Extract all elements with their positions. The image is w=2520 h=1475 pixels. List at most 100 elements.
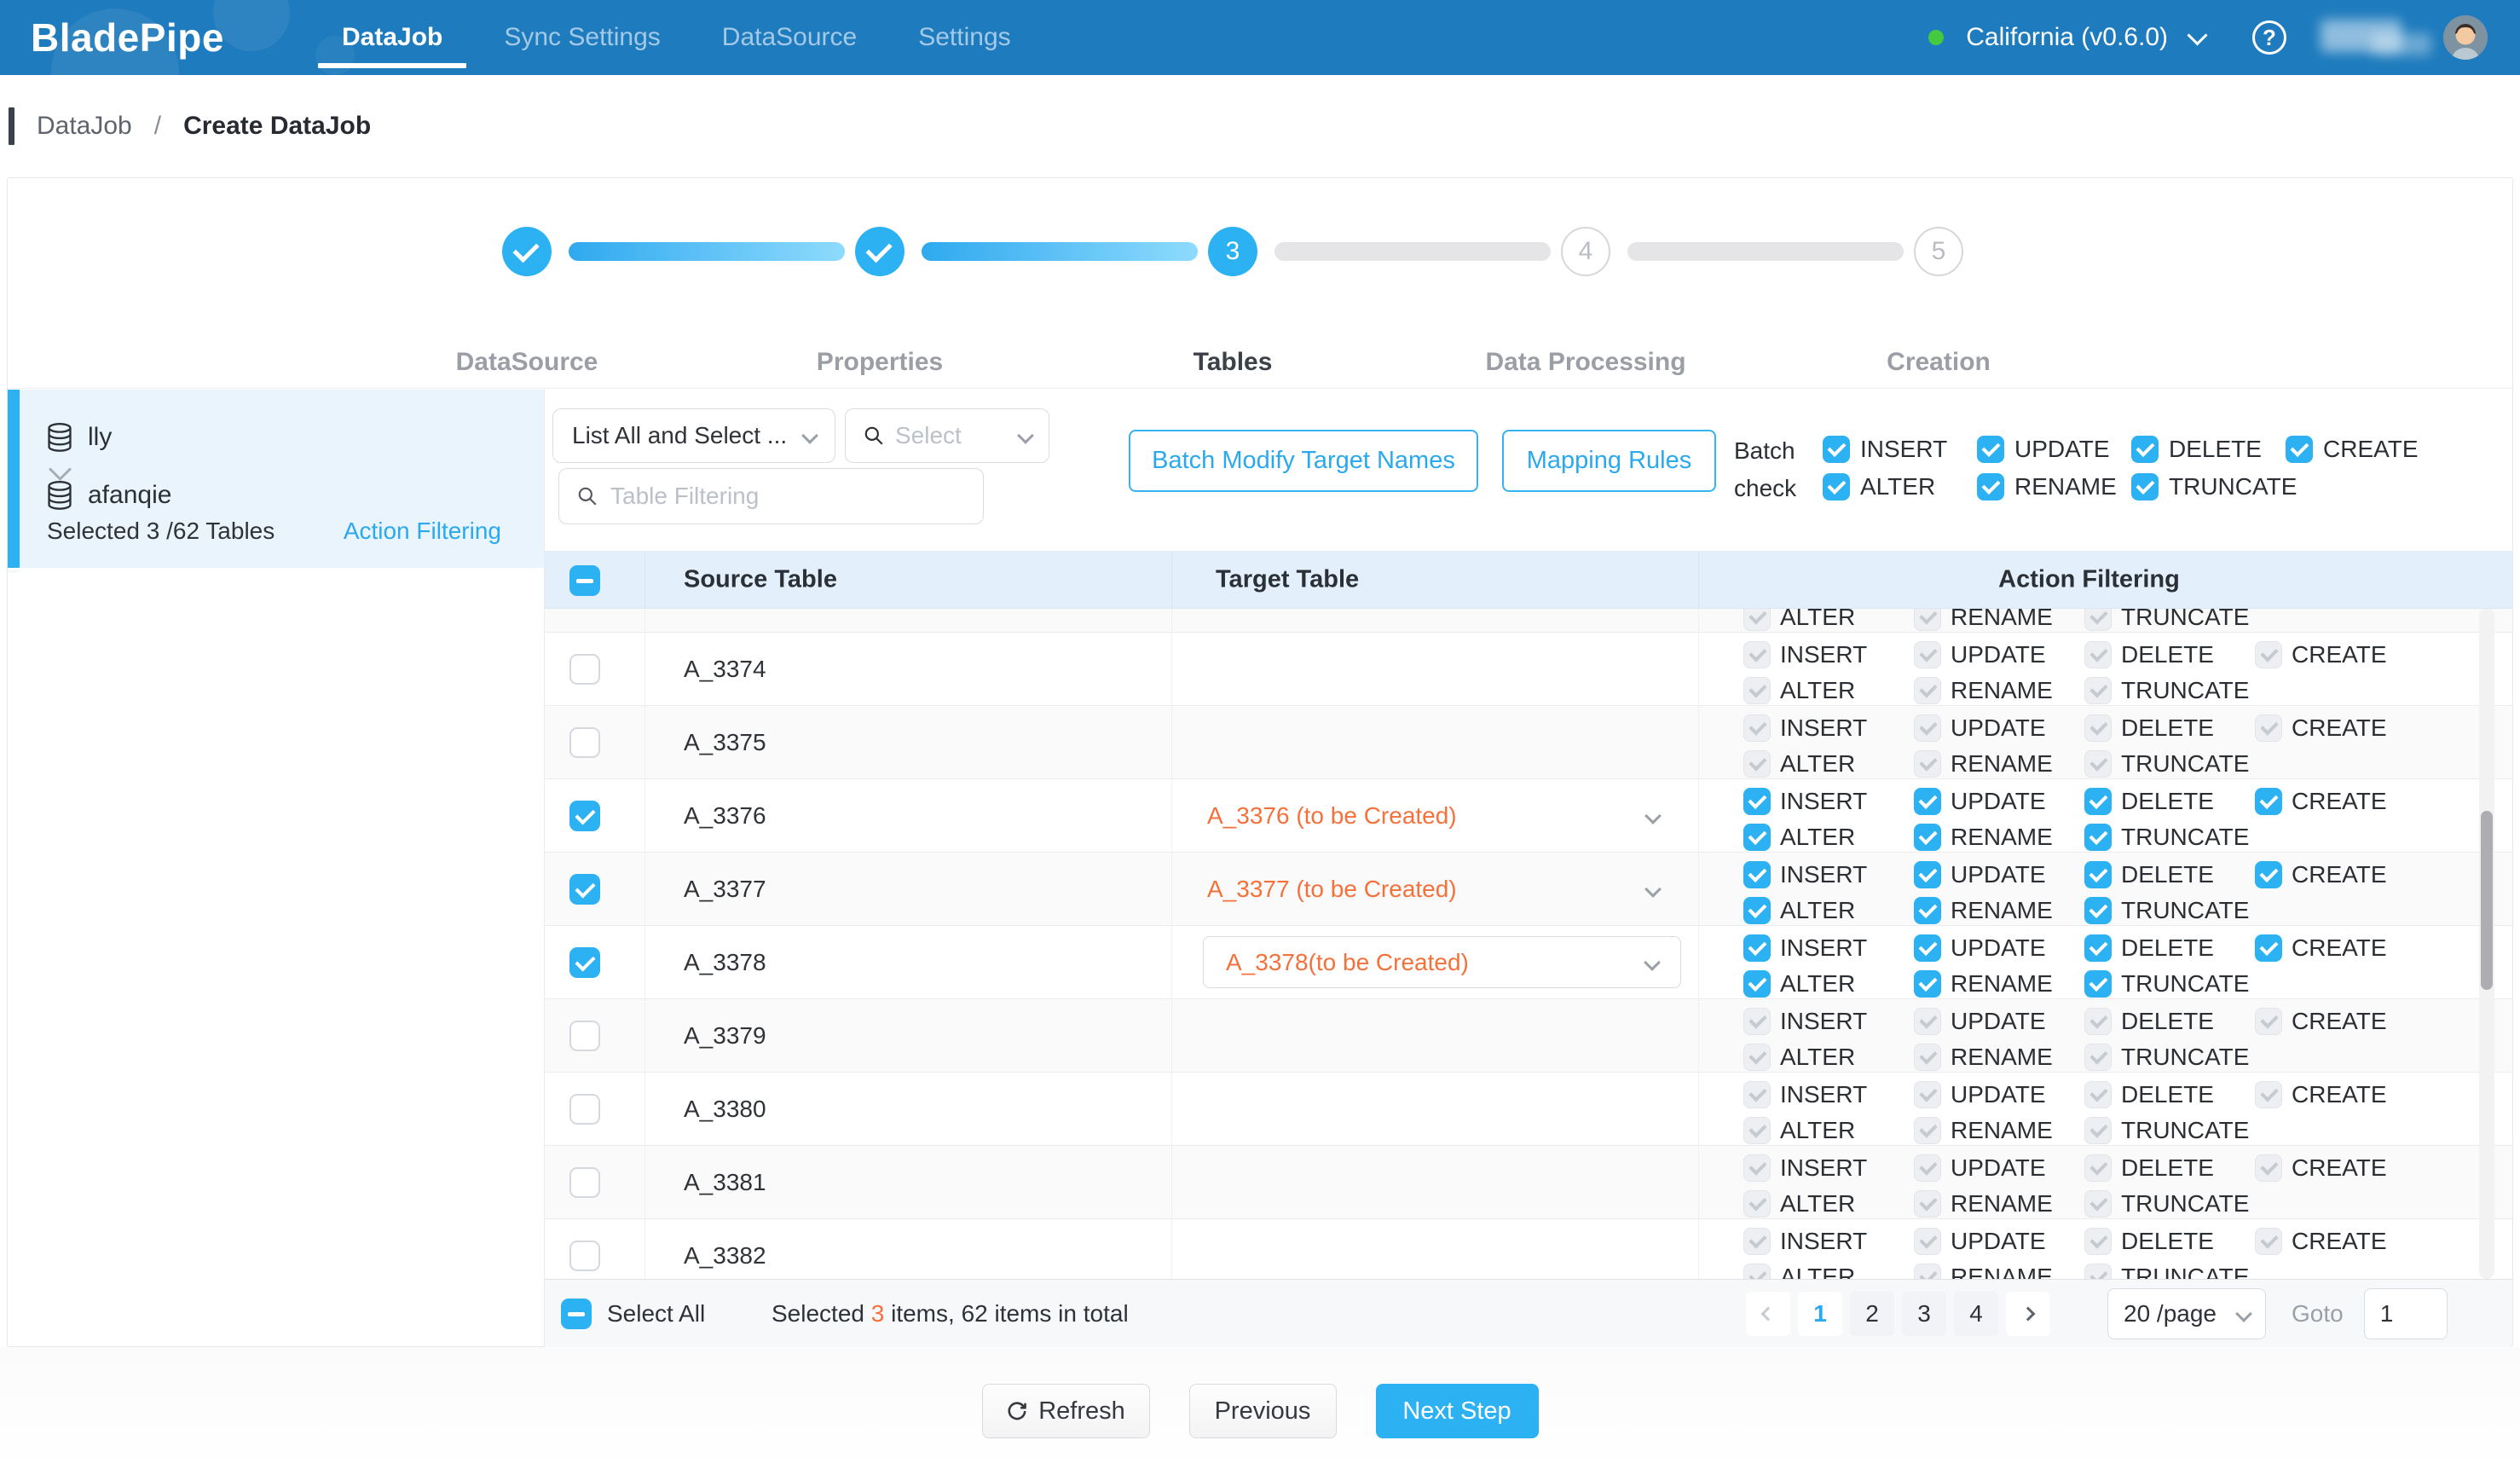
- checkbox-disabled-icon: [2084, 1190, 2112, 1218]
- batch-actions-row1: INSERT UPDATE DELETE CREATE: [1734, 436, 2512, 465]
- page-button-1[interactable]: 1: [1798, 1292, 1842, 1336]
- action-checkbox-create[interactable]: CREATE: [2255, 861, 2387, 888]
- table-scrollbar[interactable]: [2479, 609, 2494, 1279]
- action-checkbox-rename[interactable]: RENAME: [1914, 824, 2053, 851]
- batch-modify-target-names-button[interactable]: Batch Modify Target Names: [1129, 430, 1478, 492]
- mapping-rules-button[interactable]: Mapping Rules: [1502, 430, 1716, 492]
- checkbox-checked-icon[interactable]: [1914, 897, 1941, 924]
- checkbox-checked-icon[interactable]: [2084, 934, 2112, 962]
- nav-item-datajob[interactable]: DataJob: [311, 0, 473, 75]
- checkbox-checked-icon[interactable]: [1743, 934, 1771, 962]
- next-page-button[interactable]: [2006, 1292, 2050, 1336]
- checkbox-checked-icon[interactable]: [1743, 970, 1771, 998]
- column-header-target-table[interactable]: Target Table: [1216, 566, 1359, 594]
- checkbox-checked-icon[interactable]: [1743, 897, 1771, 924]
- action-checkbox-delete[interactable]: DELETE: [2084, 861, 2214, 888]
- previous-page-button[interactable]: [1746, 1292, 1790, 1336]
- checkbox-checked-icon[interactable]: [1914, 861, 1941, 888]
- checkbox-checked-icon[interactable]: [1743, 861, 1771, 888]
- action-checkbox-alter[interactable]: ALTER: [1743, 970, 1855, 998]
- checkbox-checked-icon[interactable]: [2084, 788, 2112, 815]
- select-all-label[interactable]: Select All: [607, 1300, 705, 1328]
- brand-logo[interactable]: BladePipe: [0, 0, 311, 75]
- chevron-down-icon[interactable]: [2187, 25, 2207, 45]
- action-label: UPDATE: [1951, 788, 2046, 815]
- checkbox-checked-icon[interactable]: [2084, 861, 2112, 888]
- page-button-4[interactable]: 4: [1954, 1292, 1998, 1336]
- batch-checkbox-alter[interactable]: ALTER: [1823, 473, 1935, 500]
- action-checkbox-update[interactable]: UPDATE: [1914, 861, 2046, 888]
- action-checkbox-rename[interactable]: RENAME: [1914, 897, 2053, 924]
- checkbox-checked-icon[interactable]: [2255, 788, 2282, 815]
- batch-checkbox-rename[interactable]: RENAME: [1977, 473, 2117, 500]
- action-checkbox-rename[interactable]: RENAME: [1914, 970, 2053, 998]
- checkbox-checked-icon[interactable]: [1914, 824, 1941, 851]
- action-checkbox-alter: ALTER: [1743, 1190, 1855, 1218]
- help-icon[interactable]: ?: [2252, 20, 2286, 55]
- goto-page-input[interactable]: [2364, 1288, 2448, 1339]
- nav-item-settings[interactable]: Settings: [887, 0, 1041, 75]
- checkbox-disabled-icon: [2084, 1044, 2112, 1071]
- action-checkbox-alter[interactable]: ALTER: [1743, 897, 1855, 924]
- breadcrumb-parent[interactable]: DataJob: [37, 112, 132, 141]
- checkbox-checked-icon[interactable]: [1743, 824, 1771, 851]
- checkbox-checked-icon[interactable]: [2084, 970, 2112, 998]
- select-all-checkbox-indeterminate[interactable]: [569, 565, 600, 596]
- table-row: A_3374 INSERTUPDATEDELETECREATEALTERRENA…: [545, 633, 2512, 706]
- batch-checkbox-create[interactable]: CREATE: [2286, 436, 2419, 463]
- action-checkbox-update[interactable]: UPDATE: [1914, 934, 2046, 962]
- column-divider: [644, 609, 645, 1279]
- action-checkbox-insert[interactable]: INSERT: [1743, 788, 1867, 815]
- batch-checkbox-insert[interactable]: INSERT: [1823, 436, 1947, 463]
- checkbox-checked-icon[interactable]: [1914, 788, 1941, 815]
- action-filtering-link[interactable]: Action Filtering: [344, 518, 501, 545]
- column-header-source-table[interactable]: Source Table: [684, 566, 837, 594]
- action-checkbox-create[interactable]: CREATE: [2255, 788, 2387, 815]
- datasource-pair-panel[interactable]: lly afanqie Selected 3 /62 Tables Action…: [8, 390, 544, 568]
- checkbox-checked-icon[interactable]: [1914, 934, 1941, 962]
- action-label: INSERT: [1780, 788, 1867, 815]
- action-checkbox-insert[interactable]: INSERT: [1743, 934, 1867, 962]
- environment-selector[interactable]: California (v0.6.0): [1966, 23, 2168, 52]
- refresh-button[interactable]: Refresh: [982, 1384, 1150, 1438]
- batch-checkbox-truncate[interactable]: TRUNCATE: [2131, 473, 2297, 500]
- column-select[interactable]: Select: [845, 408, 1049, 463]
- checkbox-checked-icon[interactable]: [1914, 970, 1941, 998]
- checkbox-checked-icon: [1823, 436, 1850, 463]
- checkbox-checked-icon[interactable]: [2084, 897, 2112, 924]
- list-mode-select[interactable]: List All and Select ...: [552, 408, 835, 463]
- checkbox-checked-icon[interactable]: [2084, 824, 2112, 851]
- table-area: List All and Select ... Select Batch Mod…: [545, 390, 2512, 1346]
- scrollbar-thumb[interactable]: [2481, 811, 2493, 990]
- action-checkbox-truncate[interactable]: TRUNCATE: [2084, 970, 2249, 998]
- previous-button[interactable]: Previous: [1189, 1384, 1337, 1438]
- action-label: TRUNCATE: [2121, 1044, 2249, 1071]
- batch-checkbox-update[interactable]: UPDATE: [1977, 436, 2110, 463]
- table-filter-input[interactable]: [610, 483, 966, 510]
- action-checkbox-delete[interactable]: DELETE: [2084, 934, 2214, 962]
- nav-item-sync-settings[interactable]: Sync Settings: [473, 0, 691, 75]
- action-checkbox-truncate[interactable]: TRUNCATE: [2084, 897, 2249, 924]
- checkbox-checked-icon[interactable]: [2255, 934, 2282, 962]
- checkbox-checked-icon[interactable]: [1743, 788, 1771, 815]
- stepper: DataSourceProperties3Tables4Data Process…: [8, 178, 2512, 389]
- action-checkbox-update[interactable]: UPDATE: [1914, 788, 2046, 815]
- action-checkbox-delete[interactable]: DELETE: [2084, 788, 2214, 815]
- checkbox-checked-icon: [1977, 436, 2004, 463]
- checkbox-checked-icon[interactable]: [2255, 861, 2282, 888]
- page-button-3[interactable]: 3: [1902, 1292, 1946, 1336]
- nav-item-datasource[interactable]: DataSource: [691, 0, 887, 75]
- action-checkbox-create[interactable]: CREATE: [2255, 934, 2387, 962]
- avatar[interactable]: [2443, 15, 2488, 60]
- checkbox-checked-icon: [2131, 436, 2159, 463]
- action-label: ALTER: [1780, 824, 1855, 851]
- select-all-checkbox-indeterminate[interactable]: [561, 1299, 592, 1329]
- page-size-select[interactable]: 20 /page: [2107, 1288, 2266, 1339]
- page-button-2[interactable]: 2: [1850, 1292, 1894, 1336]
- action-checkbox-truncate[interactable]: TRUNCATE: [2084, 824, 2249, 851]
- action-checkbox-insert[interactable]: INSERT: [1743, 861, 1867, 888]
- next-step-button[interactable]: Next Step: [1376, 1384, 1539, 1438]
- action-checkbox-alter[interactable]: ALTER: [1743, 824, 1855, 851]
- batch-checkbox-delete[interactable]: DELETE: [2131, 436, 2262, 463]
- column-header-action-filtering[interactable]: Action Filtering: [1698, 566, 2480, 594]
